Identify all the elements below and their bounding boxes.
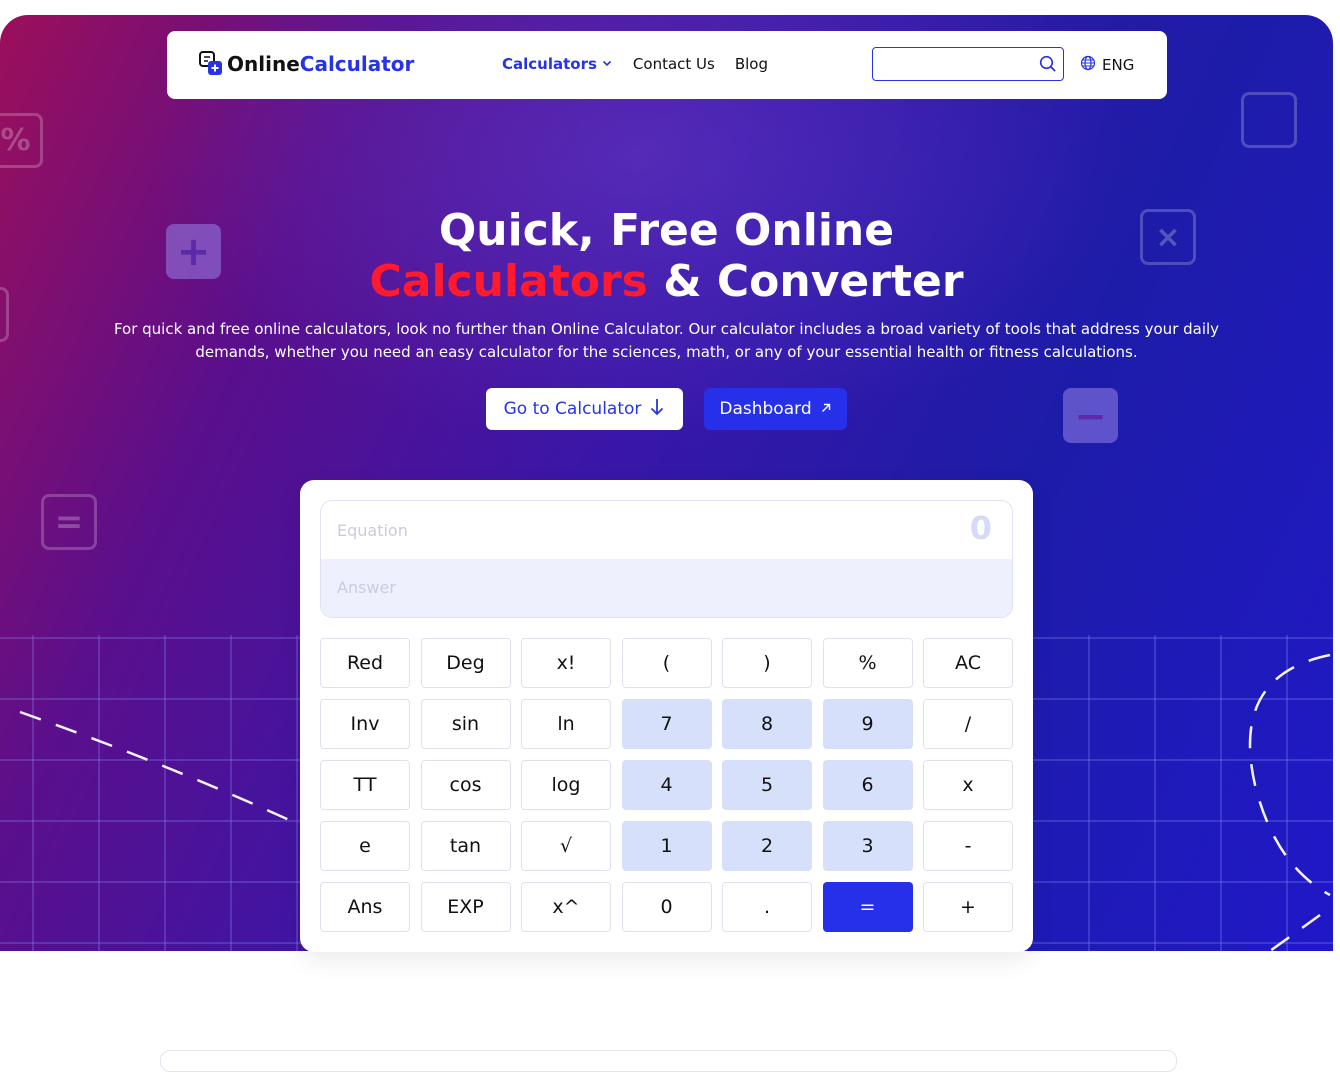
search-input[interactable]	[873, 48, 1049, 78]
display-value: 0	[969, 509, 992, 547]
equals-decoration-icon: =	[41, 494, 97, 550]
calculator-display: Equation 0 Answer	[320, 500, 1013, 618]
key-power[interactable]: x^	[521, 882, 611, 932]
key-divide[interactable]: /	[923, 699, 1013, 749]
language-label: ENG	[1102, 56, 1135, 74]
key-3[interactable]: 3	[822, 821, 913, 871]
key-0[interactable]: 0	[621, 882, 712, 932]
key-ln[interactable]: ln	[521, 699, 611, 749]
language-selector[interactable]: ENG	[1080, 55, 1134, 75]
key-factorial[interactable]: x!	[521, 638, 611, 688]
scientific-calculator: Equation 0 Answer Red Deg x!()% AC Inv sin ln 7…	[300, 480, 1033, 952]
chevron-down-icon	[601, 55, 613, 73]
key-inv[interactable]: Inv	[320, 699, 410, 749]
dashboard-button[interactable]: Dashboard	[704, 388, 847, 430]
key-equals[interactable]: =	[822, 882, 913, 932]
calculator-logo-icon	[199, 51, 223, 77]
key-decimal[interactable]: .	[722, 882, 812, 932]
top-navbar: OnlineCalculator Calculators Contact Us …	[167, 31, 1167, 99]
go-to-calculator-button[interactable]: Go to Calculator	[486, 388, 683, 430]
key-9[interactable]: 9	[822, 699, 913, 749]
arrow-down-icon	[649, 397, 665, 422]
key-subtract[interactable]: -	[923, 821, 1013, 871]
answer-placeholder: Answer	[337, 578, 396, 597]
percent-decoration-icon: %	[0, 113, 43, 168]
logo[interactable]: OnlineCalculator	[199, 51, 414, 77]
key-1[interactable]: 1	[621, 821, 712, 871]
key-all-clear[interactable]: AC	[923, 638, 1013, 688]
content-card-edge	[160, 1050, 1177, 1072]
key-7[interactable]: 7	[621, 699, 712, 749]
globe-icon	[1080, 55, 1096, 75]
key-multiply[interactable]: x	[923, 760, 1013, 810]
key-6[interactable]: 6	[822, 760, 913, 810]
key-percent[interactable]: %	[822, 638, 913, 688]
go-to-calculator-label: Go to Calculator	[503, 399, 642, 419]
answer-row: Answer	[321, 559, 1012, 617]
hero-description: For quick and free online calculators, l…	[113, 320, 1220, 361]
key-sin[interactable]: sin	[420, 699, 511, 749]
key-close-paren[interactable]: )	[722, 638, 812, 688]
key-open-paren[interactable]: (	[621, 638, 712, 688]
equation-placeholder: Equation	[337, 521, 408, 540]
arrow-up-right-icon	[820, 399, 832, 419]
key-log[interactable]: log	[521, 760, 611, 810]
search-icon[interactable]	[1039, 55, 1057, 77]
nav-link-contact-us[interactable]: Contact Us	[633, 55, 715, 73]
key-pi[interactable]: TT	[320, 760, 410, 810]
page-title: Quick, Free Online Calculators & Convert…	[0, 205, 1333, 307]
key-ans[interactable]: Ans	[320, 882, 410, 932]
equation-row[interactable]: Equation 0	[321, 501, 1012, 559]
logo-text: OnlineCalculator	[227, 52, 415, 76]
key-4[interactable]: 4	[621, 760, 712, 810]
title-rest: & Converter	[647, 256, 964, 307]
title-highlight: Calculators	[369, 256, 648, 307]
nav-link-blog[interactable]: Blog	[735, 55, 768, 73]
key-2[interactable]: 2	[722, 821, 812, 871]
key-deg[interactable]: Deg	[420, 638, 511, 688]
title-line-2: Calculators & Converter	[0, 256, 1333, 307]
square-decoration-icon	[1241, 92, 1297, 148]
nav-links: Calculators Contact Us Blog	[502, 55, 768, 73]
search-box	[872, 47, 1064, 81]
dashboard-label: Dashboard	[719, 399, 812, 419]
key-sqrt[interactable]: √	[521, 821, 611, 871]
nav-link-calculators[interactable]: Calculators	[502, 55, 613, 73]
key-red[interactable]: Red	[320, 638, 410, 688]
key-e[interactable]: e	[320, 821, 410, 871]
key-add[interactable]: +	[923, 882, 1013, 932]
key-exp[interactable]: EXP	[420, 882, 511, 932]
key-5[interactable]: 5	[722, 760, 812, 810]
key-8[interactable]: 8	[722, 699, 812, 749]
calculator-keypad: Red Deg x!()% AC Inv sin ln 7 8 9/ TT cos log 4 5 6 x e ta…	[320, 638, 1013, 932]
key-tan[interactable]: tan	[420, 821, 511, 871]
key-cos[interactable]: cos	[420, 760, 511, 810]
minus-decoration-icon: −	[1063, 388, 1118, 443]
title-line-1: Quick, Free Online	[438, 205, 895, 256]
